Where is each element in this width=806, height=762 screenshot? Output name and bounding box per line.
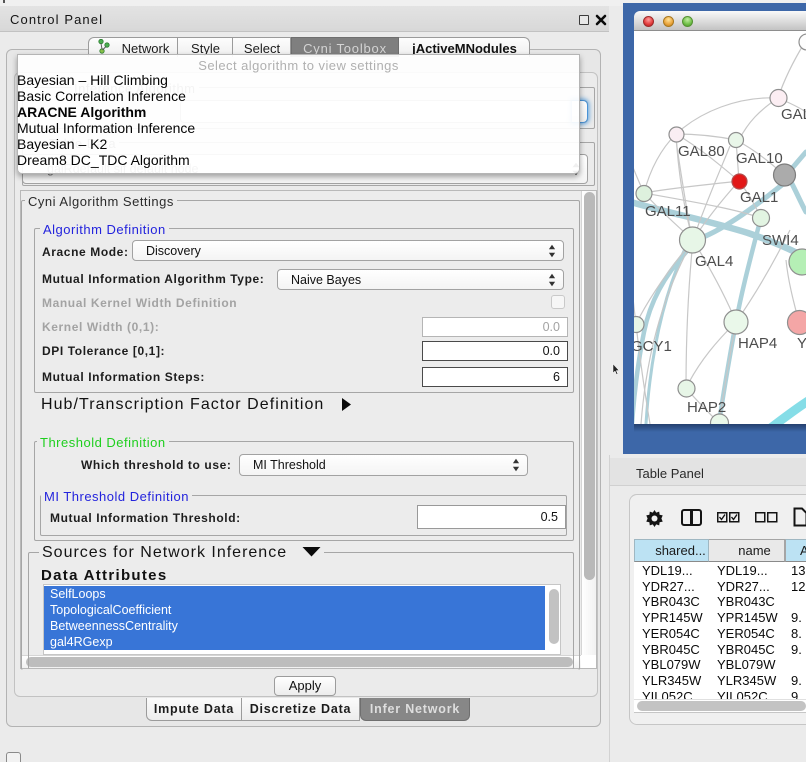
svg-text:GAL11: GAL11 — [645, 203, 691, 220]
svg-text:GAL10: GAL10 — [736, 150, 783, 167]
svg-text:GAL1: GAL1 — [740, 189, 778, 206]
svg-text:GAL80: GAL80 — [678, 143, 725, 160]
svg-text:HAP4: HAP4 — [738, 335, 777, 352]
svg-text:GCY1: GCY1 — [634, 338, 672, 355]
svg-text:GAL7: GAL7 — [781, 106, 806, 123]
svg-text:GAL4: GAL4 — [695, 253, 733, 270]
svg-text:HAP2: HAP2 — [687, 399, 726, 416]
svg-text:Y: Y — [797, 335, 806, 352]
svg-text:SWI4: SWI4 — [762, 232, 799, 249]
